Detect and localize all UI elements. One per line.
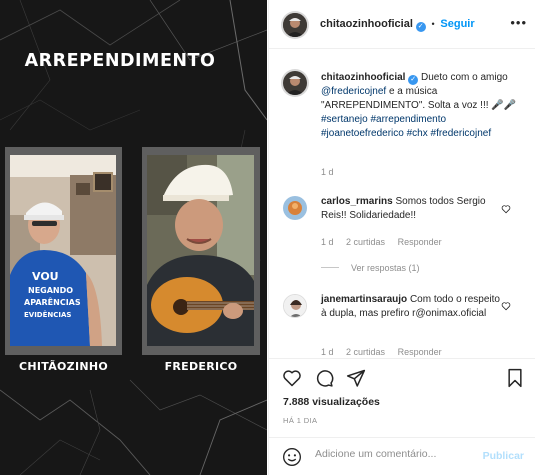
view-replies-button[interactable]: Ver respostas (1): [321, 263, 420, 273]
comment-username[interactable]: janemartinsaraujo: [321, 294, 407, 305]
comment-composer: Publicar: [269, 437, 535, 475]
right-video-caption: FREDERICO: [164, 360, 238, 373]
right-video-still: [147, 155, 254, 346]
comment-username[interactable]: carlos_rmarins: [321, 196, 393, 207]
comment-like-heart-icon[interactable]: [501, 301, 511, 311]
view-count[interactable]: 7.888 visualizações: [283, 396, 380, 408]
more-options-icon[interactable]: •••: [510, 15, 527, 30]
header-separator: •: [431, 19, 435, 29]
comment-text: carlos_rmarins Somos todos Sergio Reis!!…: [321, 195, 501, 223]
comments-section: chitaozinhooficial ✓ Dueto com o amigo @…: [269, 50, 535, 358]
caption-avatar[interactable]: [283, 71, 307, 95]
svg-text:VOU: VOU: [32, 270, 59, 283]
follow-button[interactable]: Seguir: [440, 18, 474, 30]
caption-hashtags[interactable]: #sertanejo #arrependimento #joanetoefred…: [321, 114, 491, 139]
left-video-still: VOU NEGANDO APARÊNCIAS EVIDÊNCIAS: [10, 155, 116, 346]
svg-text:EVIDÊNCIAS: EVIDÊNCIAS: [24, 310, 71, 319]
comment-time[interactable]: 1 d: [321, 237, 334, 247]
svg-text:NEGANDO: NEGANDO: [28, 286, 73, 295]
view-replies-label[interactable]: Ver respostas (1): [351, 263, 420, 273]
post-actions: 7.888 visualizações HÁ 1 DIA Publicar: [269, 358, 535, 475]
caption-mention[interactable]: @fredericojnef: [321, 86, 386, 97]
right-video-frame: [142, 147, 260, 355]
post-caption: chitaozinhooficial ✓ Dueto com o amigo @…: [321, 71, 521, 141]
header-avatar[interactable]: [283, 13, 307, 37]
header-username[interactable]: chitaozinhooficial: [320, 18, 413, 30]
comment-bubble-icon[interactable]: [314, 368, 334, 388]
comment-avatar[interactable]: [283, 196, 307, 220]
comment-time[interactable]: 1 d: [321, 347, 334, 357]
media-title: ARREPENDIMENTO: [24, 51, 216, 71]
publish-button[interactable]: Publicar: [483, 450, 524, 462]
comment-reply-button[interactable]: Responder: [398, 237, 442, 247]
comment-reply-button[interactable]: Responder: [398, 347, 442, 357]
post-media[interactable]: ARREPENDIMENTO VOU NEGANDO APARÊNCIAS EV…: [0, 0, 267, 475]
caption-username[interactable]: chitaozinhooficial: [321, 72, 405, 83]
like-heart-icon[interactable]: [282, 368, 302, 388]
post-header: chitaozinhooficial ✓ • Seguir •••: [269, 0, 535, 49]
left-video-frame: VOU NEGANDO APARÊNCIAS EVIDÊNCIAS: [5, 147, 122, 355]
save-bookmark-icon[interactable]: [506, 368, 524, 388]
comment-likes[interactable]: 2 curtidas: [346, 347, 385, 357]
caption-time[interactable]: 1 d: [321, 167, 334, 177]
comment-likes[interactable]: 2 curtidas: [346, 237, 385, 247]
verified-badge-icon: ✓: [408, 75, 419, 85]
left-video-caption: CHITÃOZINHO: [18, 360, 109, 373]
comment-like-heart-icon[interactable]: [501, 204, 511, 214]
emoji-icon[interactable]: [282, 447, 302, 467]
verified-badge-icon: ✓: [415, 22, 426, 32]
share-paper-plane-icon[interactable]: [346, 368, 366, 388]
comment-text: janemartinsaraujo Com todo o respeito à …: [321, 293, 501, 321]
svg-text:APARÊNCIAS: APARÊNCIAS: [24, 296, 81, 307]
comment-input[interactable]: [315, 448, 475, 460]
caption-text-1: Dueto com o amigo: [421, 72, 508, 83]
comment-meta: 1 d 2 curtidas Responder: [321, 347, 452, 357]
comment-avatar[interactable]: [283, 294, 307, 318]
post-sidebar: chitaozinhooficial ✓ • Seguir ••• chitao…: [268, 0, 535, 475]
comment-meta: 1 d 2 curtidas Responder: [321, 237, 452, 247]
post-age[interactable]: HÁ 1 DIA: [283, 416, 317, 425]
